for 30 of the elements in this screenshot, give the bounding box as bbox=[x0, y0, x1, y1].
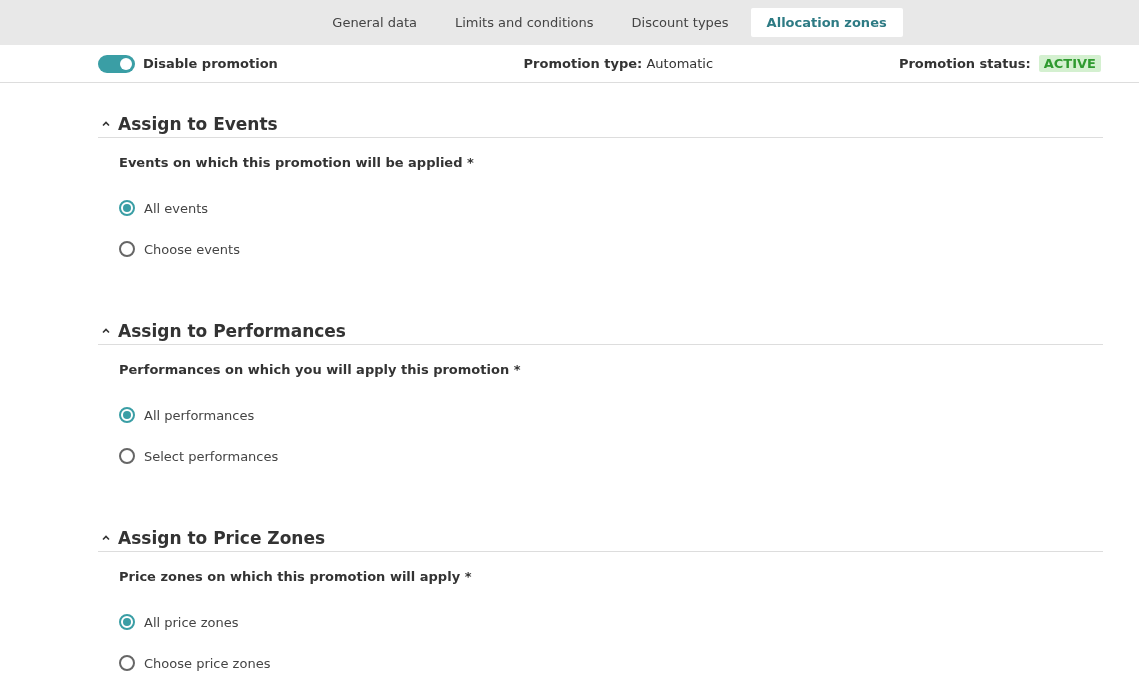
toggle-switch[interactable] bbox=[98, 54, 135, 73]
status-label: Promotion status: bbox=[898, 56, 1031, 71]
radio-label[interactable]: All price zones bbox=[144, 614, 239, 630]
question-label: Events on which this promotion will be applied * bbox=[119, 155, 475, 170]
chevron-up-icon[interactable] bbox=[102, 328, 110, 334]
question-label: Price zones on which this promotion will apply * bbox=[119, 569, 473, 584]
tab[interactable]: Allocation zones bbox=[750, 8, 903, 37]
radio-button[interactable] bbox=[119, 241, 135, 257]
radio-label[interactable]: All performances bbox=[144, 407, 255, 423]
tab[interactable]: General data bbox=[316, 8, 433, 37]
status-badge: ACTIVE bbox=[1038, 55, 1101, 72]
radio-button[interactable] bbox=[119, 407, 135, 423]
section-title: Assign to Events bbox=[118, 114, 278, 134]
promotion-type: Promotion type: Automatic bbox=[523, 56, 714, 71]
radio-label[interactable]: Choose events bbox=[144, 241, 240, 257]
radio-label[interactable]: All events bbox=[144, 200, 209, 216]
section-title: Assign to Price Zones bbox=[118, 528, 326, 548]
tab[interactable]: Discount types bbox=[615, 8, 745, 37]
question-label: Performances on which you will apply this promotion * bbox=[119, 362, 522, 377]
radio-label[interactable]: Choose price zones bbox=[144, 655, 271, 671]
radio-button[interactable] bbox=[119, 448, 135, 464]
radio-label[interactable]: Select performances bbox=[144, 448, 279, 464]
section-title: Assign to Performances bbox=[118, 321, 346, 341]
tab[interactable]: Limits and conditions bbox=[438, 8, 610, 37]
radio-button[interactable] bbox=[119, 655, 135, 671]
chevron-up-icon[interactable] bbox=[102, 535, 110, 541]
toggle-label: Disable promotion bbox=[143, 56, 278, 71]
radio-button[interactable] bbox=[119, 614, 135, 630]
chevron-up-icon[interactable] bbox=[102, 121, 110, 127]
radio-button[interactable] bbox=[119, 200, 135, 216]
